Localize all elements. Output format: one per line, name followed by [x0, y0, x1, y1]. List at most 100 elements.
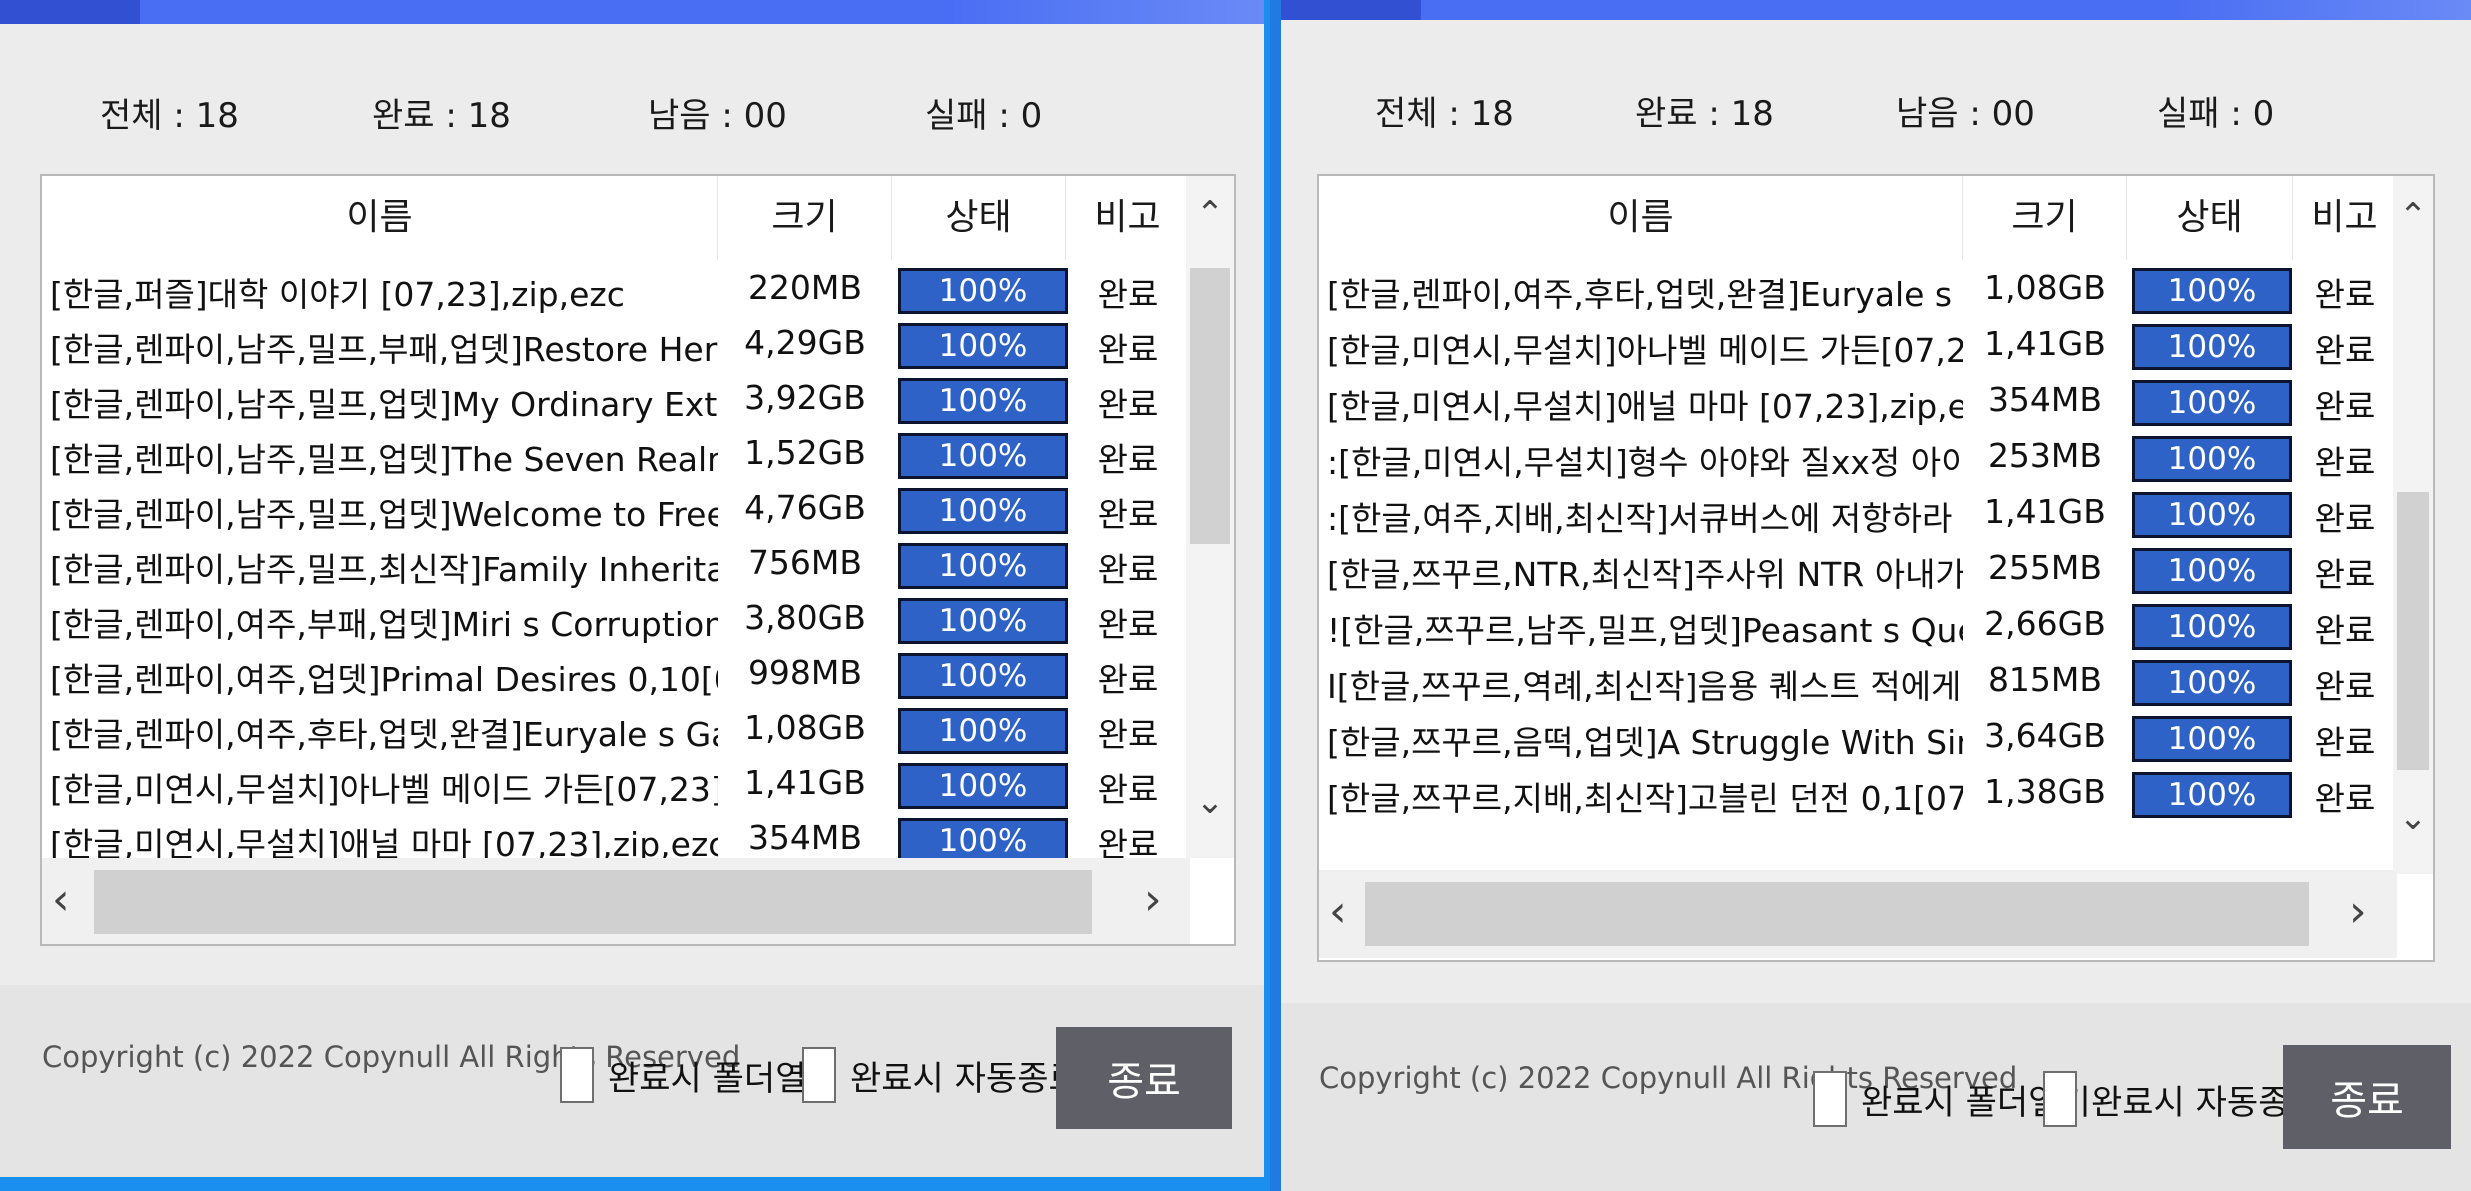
table-row[interactable]: [한글,렌파이,남주,밀프,부패,업뎃]Restore Her Career 0…	[42, 315, 1190, 370]
file-note: 완료	[2314, 555, 2376, 594]
file-note: 완료	[1097, 770, 1159, 809]
file-name: [한글,렌파이,여주,업뎃]Primal Desires 0,10[07,23]…	[50, 660, 718, 699]
table-row[interactable]: [한글,쯔꾸르,NTR,최신작]주사위 NTR 아내가 눈앞에서 치욕 벌 255…	[1319, 540, 2397, 595]
column-header-name[interactable]: 이름	[1319, 176, 1963, 260]
column-header-status[interactable]: 상태	[892, 176, 1066, 260]
download-window-right: 전체 : 18 완료 : 18 남음 : 00 실패 : 0 이름 크기 상태 …	[1281, 0, 2471, 1191]
progress-bar: 100%	[898, 708, 1068, 754]
file-name: [한글,퍼즐]대학 이야기 [07,23],zip,ezc	[50, 275, 625, 314]
progress-bar: 100%	[2132, 324, 2292, 370]
table-row[interactable]: [한글,렌파이,남주,밀프,최신작]Family Inheritance 0,0…	[42, 535, 1190, 590]
progress-bar: 100%	[898, 378, 1068, 424]
vertical-scroll-thumb[interactable]	[1190, 268, 1230, 544]
scroll-left-icon[interactable]: ‹	[1329, 886, 1347, 937]
table-row[interactable]: [한글,퍼즐]대학 이야기 [07,23],zip,ezc 220MB 100% 완료	[42, 260, 1190, 315]
file-note: 완료	[2314, 275, 2376, 314]
column-header-size[interactable]: 크기	[1963, 176, 2127, 260]
progress-bar: 100%	[2132, 660, 2292, 706]
file-size: 4,29GB	[744, 323, 866, 362]
horizontal-scrollbar[interactable]: ‹ ›	[1319, 870, 2397, 958]
table-row[interactable]: [한글,쯔꾸르,지배,최신작]고블린 던전 0,1[07,23],zip,ezc…	[1319, 764, 2397, 819]
progress-bar: 100%	[2132, 548, 2292, 594]
column-header-name[interactable]: 이름	[42, 176, 718, 260]
column-header-note[interactable]: 비고	[2293, 176, 2397, 260]
file-list[interactable]: 이름 크기 상태 비고 [한글,렌파이,여주,후타,업뎃,완결]Euryale …	[1317, 174, 2435, 962]
file-size: 998MB	[747, 653, 863, 692]
table-row[interactable]: :[한글,미연시,무설치]형수 아야와 질xx정 아이 만들기 일기 [07, 2…	[1319, 428, 2397, 483]
desktop: 전체 : 18 완료 : 18 남음 : 00 실패 : 0 이름 크기 상태 …	[0, 0, 2471, 1191]
scroll-down-icon[interactable]: ⌄	[2393, 798, 2433, 838]
open-folder-checkbox[interactable]: 완료시 폴더열기	[560, 1047, 838, 1103]
stats-bar: 전체 : 18 완료 : 18 남음 : 00 실패 : 0	[0, 88, 1264, 138]
checkbox-box[interactable]	[802, 1047, 836, 1103]
file-note: 완료	[2314, 779, 2376, 818]
table-row[interactable]: I[한글,쯔꾸르,역례,최신작]음용 퀘스트 적에게도 동료에게도 잘 815MB…	[1319, 652, 2397, 707]
file-note: 완료	[2314, 611, 2376, 650]
checkbox-box[interactable]	[560, 1047, 594, 1103]
file-note: 완료	[2314, 331, 2376, 370]
auto-exit-checkbox[interactable]: 완료시 자동종료	[802, 1047, 1080, 1103]
table-row[interactable]: [한글,렌파이,남주,밀프,업뎃]The Seven Realms 0,8[07…	[42, 425, 1190, 480]
table-row[interactable]: [한글,미연시,무설치]애널 마마 [07,23],zip,ezc 354MB 10…	[42, 810, 1190, 865]
title-bar-accent	[1281, 0, 1421, 20]
vertical-scrollbar[interactable]: ⌃ ⌄	[1186, 176, 1234, 858]
column-header-size[interactable]: 크기	[718, 176, 892, 260]
scroll-up-icon[interactable]: ⌃	[1186, 194, 1234, 234]
file-size: 253MB	[1987, 436, 2103, 475]
file-name: [한글,미연시,무설치]아나벨 메이드 가든[07,23],zip,ezc	[1327, 331, 1963, 370]
scroll-right-icon[interactable]: ›	[1144, 874, 1162, 925]
table-row[interactable]: [한글,렌파이,여주,부패,업뎃]Miri s Corruption 0,1,7…	[42, 590, 1190, 645]
table-row[interactable]: :[한글,여주,지배,최신작]서큐버스에 저항하라 여성 기사의 종말 1,41G…	[1319, 484, 2397, 539]
file-size: 354MB	[1987, 380, 2103, 419]
file-size: 255MB	[1987, 548, 2103, 587]
table-row[interactable]: [한글,렌파이,여주,업뎃]Primal Desires 0,10[07,23]…	[42, 645, 1190, 700]
table-row[interactable]: ![한글,쯔꾸르,남주,밀프,업뎃]Peasant s Quest 2,81[0…	[1319, 596, 2397, 651]
footer: Copyright (c) 2022 Copynull All Rights R…	[1281, 1003, 2471, 1191]
checkbox-box[interactable]	[2043, 1071, 2077, 1127]
progress-bar: 100%	[2132, 380, 2292, 426]
horizontal-scrollbar[interactable]: ‹ ›	[42, 858, 1190, 944]
scroll-up-icon[interactable]: ⌃	[2393, 196, 2433, 236]
column-header-status[interactable]: 상태	[2127, 176, 2293, 260]
exit-button[interactable]: 종료	[1056, 1027, 1232, 1129]
file-size: 1,52GB	[744, 433, 866, 472]
table-row[interactable]: [한글,미연시,무설치]아나벨 메이드 가든[07,23],zip,ezc 1,4…	[1319, 316, 2397, 371]
stats-bar: 전체 : 18 완료 : 18 남음 : 00 실패 : 0	[1281, 86, 2471, 136]
progress-bar: 100%	[898, 543, 1068, 589]
horizontal-scroll-thumb[interactable]	[1365, 882, 2309, 946]
progress-bar: 100%	[2132, 772, 2292, 818]
table-row[interactable]: [한글,렌파이,남주,밀프,업뎃]My Ordinary Extraordina…	[42, 370, 1190, 425]
file-note: 완료	[2314, 443, 2376, 482]
title-bar[interactable]	[1281, 0, 2471, 20]
table-row[interactable]: [한글,렌파이,여주,후타,업뎃,완결]Euryale s Gambit 1,0…	[1319, 260, 2397, 315]
table-row[interactable]: [한글,미연시,무설치]아나벨 메이드 가든[07,23],zip,ezc 1,4…	[42, 755, 1190, 810]
scroll-left-icon[interactable]: ‹	[52, 874, 70, 925]
progress-bar: 100%	[898, 433, 1068, 479]
column-header-note[interactable]: 비고	[1066, 176, 1190, 260]
horizontal-scroll-thumb[interactable]	[94, 870, 1092, 934]
scroll-down-icon[interactable]: ⌄	[1186, 782, 1234, 822]
table-row[interactable]: [한글,미연시,무설치]애널 마마 [07,23],zip,ezc 354MB 10…	[1319, 372, 2397, 427]
file-name: [한글,렌파이,남주,밀프,업뎃]The Seven Realms 0,8[07…	[50, 440, 718, 479]
download-window-left: 전체 : 18 완료 : 18 남음 : 00 실패 : 0 이름 크기 상태 …	[0, 0, 1270, 1191]
vertical-scrollbar[interactable]: ⌃ ⌄	[2393, 176, 2433, 874]
list-header: 이름 크기 상태 비고	[1319, 176, 2397, 260]
file-size: 2,66GB	[1984, 604, 2106, 643]
table-row[interactable]: [한글,쯔꾸르,음떡,업뎃]A Struggle With Sin 0,5,0,…	[1319, 708, 2397, 763]
file-list[interactable]: 이름 크기 상태 비고 [한글,퍼즐]대학 이야기 [07,23],zip,ez…	[40, 174, 1236, 946]
file-note: 완료	[2314, 387, 2376, 426]
auto-exit-checkbox[interactable]: 완료시 자동종료	[2043, 1071, 2321, 1127]
vertical-scroll-thumb[interactable]	[2397, 492, 2429, 770]
exit-button[interactable]: 종료	[2283, 1045, 2451, 1149]
progress-bar: 100%	[2132, 492, 2292, 538]
scroll-right-icon[interactable]: ›	[2349, 886, 2367, 937]
file-size: 3,92GB	[744, 378, 866, 417]
checkbox-box[interactable]	[1813, 1071, 1847, 1127]
table-row[interactable]: [한글,렌파이,남주,밀프,업뎃]Welcome to Free Will 0,…	[42, 480, 1190, 535]
file-size: 3,80GB	[744, 598, 866, 637]
title-bar[interactable]	[0, 0, 1264, 24]
file-size: 1,08GB	[1984, 268, 2106, 307]
progress-bar: 100%	[898, 323, 1068, 369]
file-name: ![한글,쯔꾸르,남주,밀프,업뎃]Peasant s Quest 2,81[0…	[1327, 611, 1963, 650]
table-row[interactable]: [한글,렌파이,여주,후타,업뎃,완결]Euryale s Gambit 1,0…	[42, 700, 1190, 755]
